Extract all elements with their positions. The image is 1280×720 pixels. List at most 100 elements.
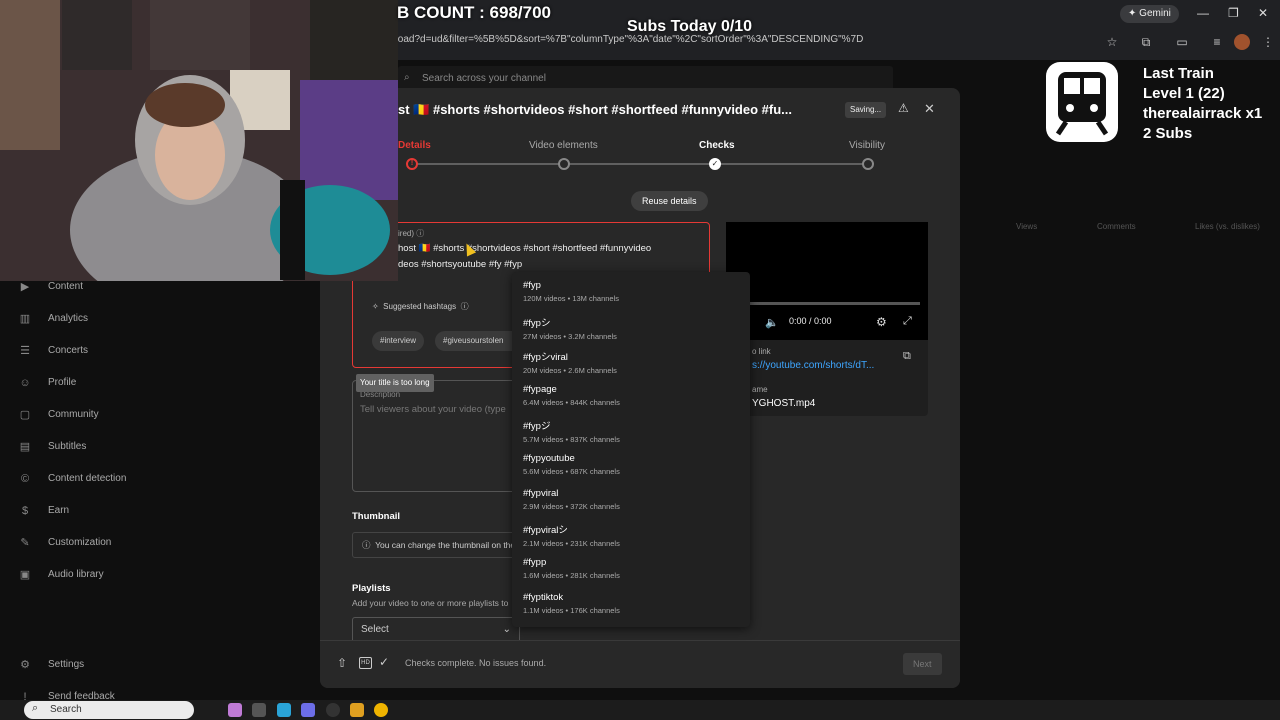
upload-icon: ⇧ [337,656,348,670]
sidebar-item-earn[interactable]: $ Earn [0,496,168,526]
step-details-label[interactable]: Details [398,140,431,151]
community-icon: ▢ [19,409,31,421]
train-level: Level 1 (22) [1143,85,1225,102]
column-header-views[interactable]: Views [1016,222,1037,231]
minimize-icon[interactable]: — [1197,6,1209,20]
filename-label: ame [752,385,768,394]
app-icon[interactable] [301,703,315,717]
app-icon[interactable] [350,703,364,717]
webcam-overlay [0,0,398,281]
close-dialog-icon[interactable]: ✕ [924,101,935,117]
profile-avatar[interactable] [1234,34,1250,50]
app-icon[interactable] [252,703,266,717]
description-placeholder: Tell viewers about your video (type [360,404,506,415]
alert-icon[interactable]: ⚠ [898,101,909,115]
hashtag-option[interactable]: #fypシ 27M videos • 3.2M channels [523,315,738,349]
hashtag-chip[interactable]: #giveusourstolen [435,331,512,351]
hashtag-name: #fypシ [523,318,551,329]
sidebar-item-content-detection[interactable]: © Content detection [0,464,168,494]
maximize-icon[interactable]: ❐ [1228,6,1239,20]
sidebar-item-subtitles[interactable]: ▤ Subtitles [0,432,168,462]
sidebar-item-profile[interactable]: ☺ Profile [0,368,168,398]
step-visibility-dot[interactable] [862,158,874,170]
title-field-label: ired) ⓘ [398,228,424,239]
sidebar-item-audio-library[interactable]: ▣ Audio library [0,560,168,590]
hashtag-name: #fypp [523,557,547,568]
hashtag-stats: 1.6M videos • 281K channels [523,571,620,580]
hashtag-name: #fyptiktok [523,592,564,603]
hashtag-option[interactable]: #fypジ 5.7M videos • 837K channels [523,418,738,452]
hashtag-name: #fypage [523,384,557,395]
checks-status: Checks complete. No issues found. [405,658,547,668]
train-contributor: therealairrack x1 [1143,105,1263,122]
step-visibility-label[interactable]: Visibility [849,140,885,151]
video-link[interactable]: s://youtube.com/shorts/dT... [752,360,874,371]
hashtag-stats: 6.4M videos • 844K channels [523,398,620,407]
taskbar-search[interactable]: Search [24,701,194,719]
hashtag-stats: 5.7M videos • 837K channels [523,435,620,444]
hashtag-option[interactable]: #fyp 120M videos • 13M channels [523,280,738,314]
step-video-elements-label[interactable]: Video elements [529,140,598,151]
suggested-hashtags-row: ✧ Suggested hashtags ⓘ [372,301,469,312]
hashtag-name: #fypviralシ [523,525,568,536]
sidebar-item-settings[interactable]: ⚙ Settings [0,650,168,680]
saving-badge: Saving... [845,102,887,118]
media-icon[interactable]: ≡ [1209,34,1225,50]
cast-icon[interactable]: ▭ [1174,34,1190,50]
app-icon[interactable] [228,703,242,717]
sidebar-item-concerts[interactable]: ☰ Concerts [0,336,168,366]
title-line-2: deos #shortsyoutube #fy #fyp [398,259,523,270]
chevron-down-icon: ⌄ [502,624,511,635]
step-error-icon[interactable]: ! [406,158,418,170]
train-status: Last Train Level 1 (22) therealairrack x… [1143,64,1262,144]
hashtag-stats: 20M videos • 2.6M channels [523,366,617,375]
sidebar-item-customization[interactable]: ✎ Customization [0,528,168,558]
next-button[interactable]: Next [903,653,942,675]
address-bar[interactable]: pload?d=ud&filter=%5B%5D&sort=%7B"column… [390,34,1110,52]
step-check-icon[interactable]: ✓ [709,158,721,170]
title-input-text[interactable]: host 🇷🇴 #shorts #shortvideos #short #sho… [398,241,698,273]
hashtag-stats: 120M videos • 13M channels [523,294,620,303]
sidebar-item-analytics[interactable]: ▥ Analytics [0,304,168,334]
help-icon[interactable]: ⓘ [461,302,469,311]
volume-icon[interactable]: 🔈 [765,316,779,329]
settings-icon[interactable]: ⚙ [876,315,887,329]
extensions-icon[interactable]: ⧉ [1138,34,1154,50]
hashtag-option[interactable]: #fypyoutube 5.6M videos • 687K channels [523,453,738,487]
sidebar-item-community[interactable]: ▢ Community [0,400,168,430]
step-video-elements-dot[interactable] [558,158,570,170]
step-checks-label[interactable]: Checks [699,140,735,151]
bookmark-star-icon[interactable]: ☆ [1104,34,1120,50]
column-header-likes[interactable]: Likes (vs. dislikes) [1195,222,1260,231]
hashtag-option[interactable]: #fypp 1.6M videos • 281K channels [523,557,738,591]
analytics-icon: ▥ [19,313,31,325]
menu-icon[interactable]: ⋮ [1260,34,1276,50]
column-header-comments[interactable]: Comments [1097,222,1136,231]
title-label-text: ired) [398,229,415,238]
train-icon [1046,62,1118,142]
hashtag-option[interactable]: #fyptiktok 1.1M videos • 176K channels [523,592,738,626]
hashtag-name: #fypシviral [523,352,568,363]
copyright-icon: © [20,473,30,485]
hashtag-option[interactable]: #fypシviral 20M videos • 2.6M channels [523,349,738,383]
chrome-icon[interactable] [374,703,388,717]
gemini-label: Gemini [1139,8,1171,19]
hashtag-option[interactable]: #fypviralシ 2.1M videos • 231K channels [523,522,738,556]
hashtag-chip[interactable]: #interview [372,331,425,351]
count-overlay: B COUNT : 698/700 [397,3,551,22]
video-progress-bar[interactable] [750,302,920,305]
app-icon[interactable] [277,703,291,717]
close-window-icon[interactable]: ✕ [1258,6,1268,20]
hashtag-name: #fypyoutube [523,453,575,464]
gemini-button[interactable]: ✦ Gemini [1120,5,1179,23]
copy-icon[interactable]: ⧉ [903,350,911,363]
fullscreen-icon[interactable]: ⤢ [903,315,912,328]
hd-icon: HD [359,657,372,669]
hashtag-option[interactable]: #fypage 6.4M videos • 844K channels [523,384,738,418]
reuse-details-button[interactable]: Reuse details [631,191,708,211]
hashtag-option[interactable]: #fypviral 2.9M videos • 372K channels [523,488,738,522]
help-icon[interactable]: ⓘ [416,229,424,238]
app-icon[interactable] [326,703,340,717]
hashtag-stats: 2.9M videos • 372K channels [523,502,620,511]
filename: YGHOST.mp4 [752,398,816,409]
